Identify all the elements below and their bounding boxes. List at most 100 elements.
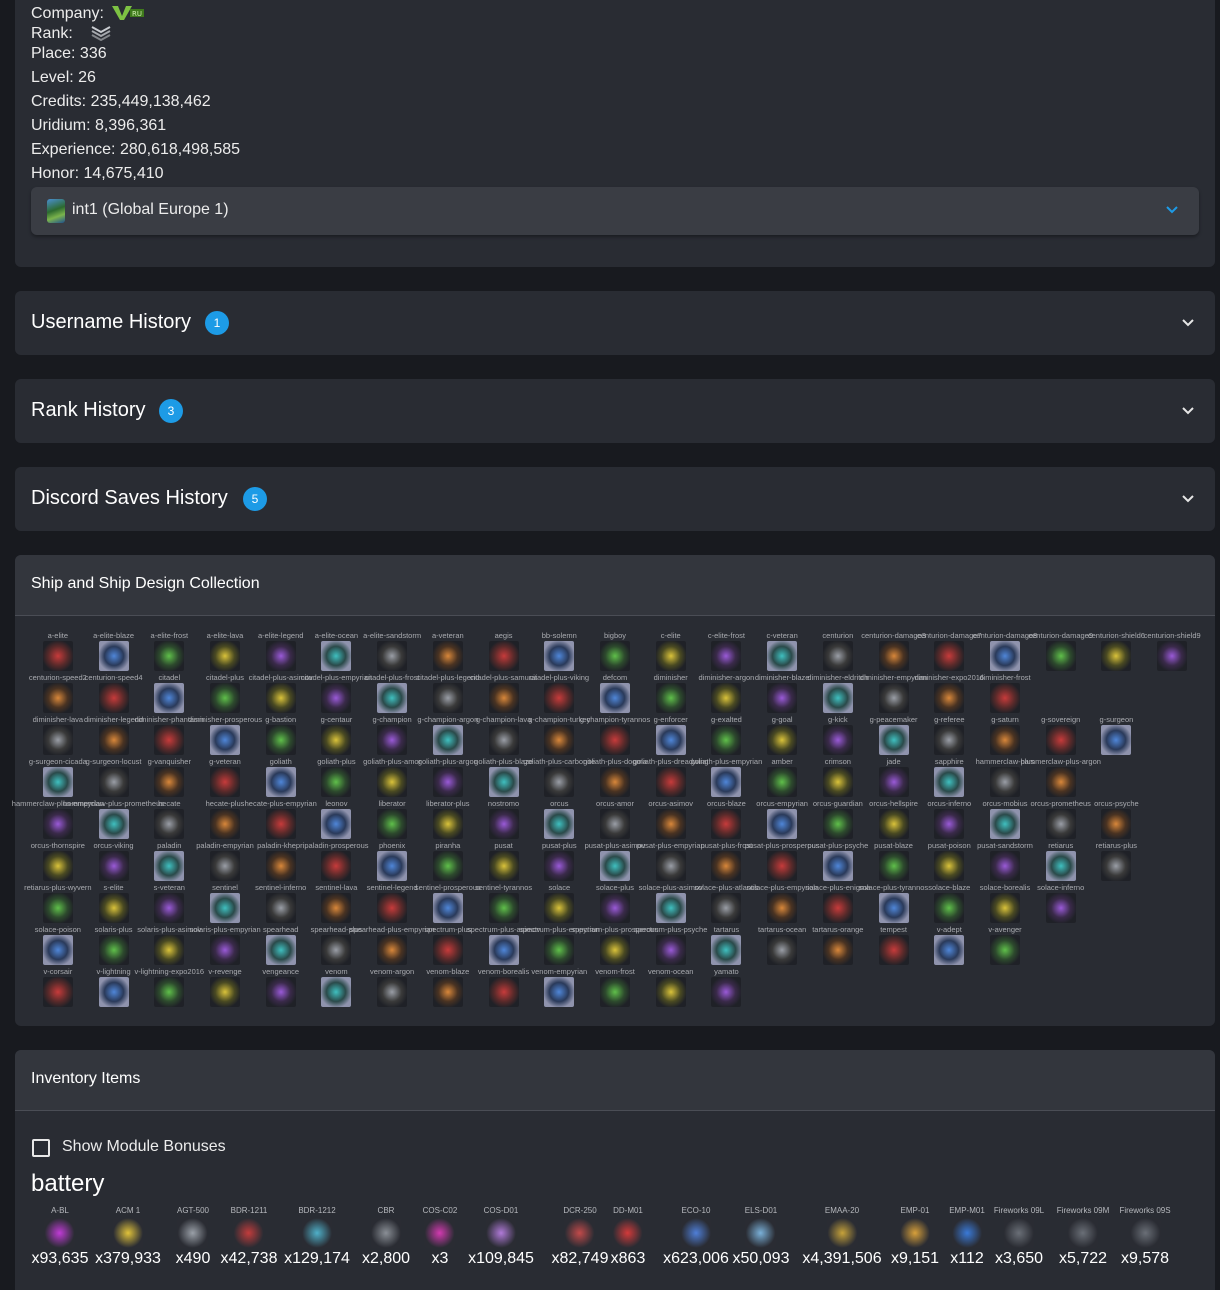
chevron-down-icon xyxy=(1166,206,1178,214)
uridium-value: Uridium: 8,396,361 xyxy=(31,117,167,134)
ship-name: hecate xyxy=(158,799,181,808)
item-name: BDR-1211 xyxy=(230,1206,268,1215)
ship-image xyxy=(600,725,630,755)
ship-name: retiarus-plus-wyvern xyxy=(24,883,92,892)
ship-name: g-centaur xyxy=(320,715,353,724)
item-count: x3 xyxy=(431,1250,449,1267)
item-icon xyxy=(899,1218,930,1248)
ship-image xyxy=(98,935,129,965)
ship-image xyxy=(321,977,352,1007)
item-count: x50,093 xyxy=(732,1250,790,1267)
item-name: ACM 1 xyxy=(115,1206,141,1215)
ship-image xyxy=(98,725,129,755)
ship-name: spectrum-plus xyxy=(424,925,472,934)
ship-name: spearhead-plus-empyrian xyxy=(349,925,435,934)
ship-image xyxy=(822,851,853,881)
ship-image xyxy=(655,977,686,1007)
show-module-bonuses-checkbox[interactable] xyxy=(32,1139,50,1157)
item-count: x2,800 xyxy=(361,1250,411,1267)
rank-history-accordion[interactable]: Rank History 3 xyxy=(15,379,1215,443)
ship-image xyxy=(321,683,352,713)
accordion-title: Rank History xyxy=(31,399,146,421)
count-badge: 5 xyxy=(243,487,267,511)
ship-name: c-elite-frost xyxy=(707,631,745,640)
ship-image xyxy=(822,683,853,713)
ship-name: citadel-plus-samurai xyxy=(470,673,538,682)
ship-name: sentinel-legend xyxy=(366,883,418,892)
item-name: EMP-M01 xyxy=(949,1206,985,1215)
ship-name: a-elite-sandstorm xyxy=(363,631,422,640)
ship-name: v-revenge xyxy=(208,967,242,976)
ship-name: solace-plus-asimov xyxy=(638,883,703,892)
ship-image xyxy=(600,935,630,965)
server-select[interactable]: int1 (Global Europe 1) xyxy=(31,187,1199,235)
ship-name: defcom xyxy=(602,673,628,682)
ship-name: tartarus xyxy=(713,925,740,934)
ship-image xyxy=(934,851,965,881)
ship-image xyxy=(42,851,73,881)
level-value: Level: 26 xyxy=(31,69,96,86)
ship-name: pusat-poison xyxy=(927,841,971,850)
ship-name: solace-plus xyxy=(596,883,634,892)
ship-image xyxy=(934,683,965,713)
ship-name: a-veteran xyxy=(432,631,464,640)
ship-name: diminisher-lava xyxy=(32,715,84,724)
company-label: Company: xyxy=(31,5,104,22)
ship-image xyxy=(767,641,798,671)
ship-name: vengeance xyxy=(262,967,300,976)
ship-image xyxy=(154,641,185,671)
chevron-down-icon xyxy=(1182,495,1194,503)
ship-image xyxy=(711,935,742,965)
ship-image xyxy=(265,641,296,671)
server-globe-icon xyxy=(47,199,65,223)
ship-collection-header: Ship and Ship Design Collection xyxy=(15,555,1215,616)
ship-name: a-elite xyxy=(47,631,69,640)
ship-name: retiarus-plus xyxy=(1095,841,1138,850)
ship-name: goliath-plus-argon xyxy=(417,757,478,766)
ship-image xyxy=(377,893,408,923)
ship-image xyxy=(990,809,1020,839)
ship-image xyxy=(154,683,185,713)
ship-row: a-elite a-elite-blaze a-elite-frost a-elite… xyxy=(30,631,1201,673)
ship-image xyxy=(934,767,965,797)
ship-image xyxy=(878,935,909,965)
ship-name: diminisher-prosperous xyxy=(187,715,263,724)
ship-image xyxy=(1101,725,1132,755)
inventory-item: ACM 1 x379,933 xyxy=(95,1206,161,1268)
ship-image xyxy=(1101,641,1132,671)
item-icon xyxy=(1067,1218,1098,1248)
discord-saves-history-accordion[interactable]: Discord Saves History 5 xyxy=(15,467,1215,531)
username-history-accordion[interactable]: Username History 1 xyxy=(15,291,1215,355)
credits-value: Credits: 235,449,138,462 xyxy=(31,93,211,110)
item-name: BDR-1212 xyxy=(298,1206,336,1215)
ship-name: orcus-asimov xyxy=(648,799,693,808)
ship-name: g-vanquisher xyxy=(147,757,191,766)
item-count: x112 xyxy=(950,1250,984,1267)
ship-image xyxy=(878,809,909,839)
ship-image xyxy=(711,725,742,755)
ship-image xyxy=(377,767,408,797)
ship-image xyxy=(210,893,240,923)
ship-image xyxy=(990,893,1020,923)
ship-image xyxy=(767,725,798,755)
ship-image xyxy=(377,851,408,881)
ship-image xyxy=(432,767,463,797)
ship-image xyxy=(432,893,463,923)
item-icon xyxy=(746,1218,776,1248)
item-count: x490 xyxy=(175,1250,211,1267)
item-icon xyxy=(302,1218,332,1248)
ship-name: g-goal xyxy=(771,715,793,724)
inventory-item: CBR x2,800 xyxy=(362,1206,410,1268)
item-icon xyxy=(177,1218,208,1248)
ship-image xyxy=(488,809,519,839)
ship-name: orcus-empyrian xyxy=(756,799,808,808)
ship-name: tartarus-orange xyxy=(812,925,864,934)
ship-name: citadel-plus-empyrian xyxy=(300,673,373,682)
inventory-item: COS-D01 x109,845 xyxy=(468,1206,534,1268)
ship-image xyxy=(711,809,742,839)
ship-name: liberator-plus xyxy=(426,799,470,808)
ship-image xyxy=(544,809,575,839)
item-icon xyxy=(952,1218,982,1248)
ship-image xyxy=(210,641,240,671)
ship-name: g-sovereign xyxy=(1041,715,1081,724)
